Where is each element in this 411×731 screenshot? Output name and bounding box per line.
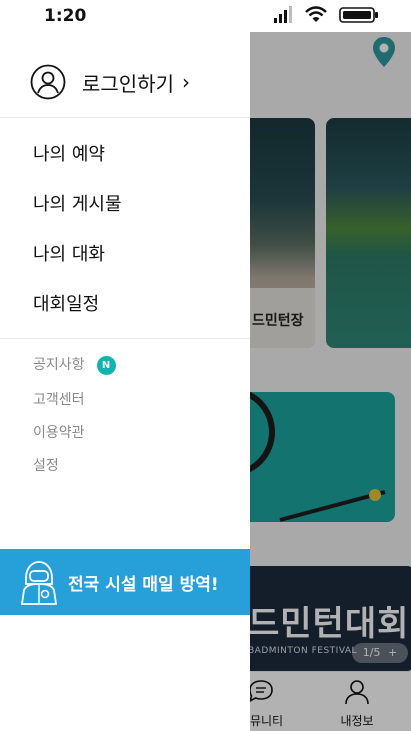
login-button[interactable]: 로그인하기 › [30, 64, 190, 100]
new-badge: N [96, 356, 116, 375]
menu-customer-center[interactable]: 고객센터 [33, 389, 85, 409]
menu-my-chats[interactable]: 나의 대화 [33, 240, 105, 266]
menu-tournament-schedule[interactable]: 대회일정 [33, 290, 99, 316]
battery-icon [339, 7, 378, 23]
wifi-icon [305, 6, 327, 22]
nav-drawer: 로그인하기 › 나의 예약 나의 게시물 나의 대화 대회일정 공지사항 N 고객… [0, 32, 250, 731]
status-bar: 1:20 [0, 0, 411, 32]
status-icons [273, 6, 379, 24]
login-label: 로그인하기 [82, 71, 174, 96]
menu-my-posts[interactable]: 나의 게시물 [33, 190, 122, 216]
drawer-divider [0, 338, 250, 339]
menu-my-reservations[interactable]: 나의 예약 [33, 140, 105, 166]
disinfection-banner-text: 전국 시설 매일 방역! [68, 575, 219, 595]
status-time: 1:20 [44, 6, 87, 26]
menu-terms[interactable]: 이용약관 [33, 422, 85, 442]
menu-settings[interactable]: 설정 [33, 455, 59, 475]
menu-notices[interactable]: 공지사항 N [33, 354, 116, 375]
menu-notices-label: 공지사항 [33, 357, 85, 373]
drawer-divider [0, 117, 250, 118]
drawer-scrim[interactable] [250, 32, 411, 731]
signal-icon [274, 6, 292, 23]
chevron-right-icon: › [182, 70, 190, 94]
hazmat-worker-icon [20, 561, 58, 605]
disinfection-banner[interactable]: 전국 시설 매일 방역! [0, 549, 250, 615]
profile-icon [30, 64, 66, 100]
